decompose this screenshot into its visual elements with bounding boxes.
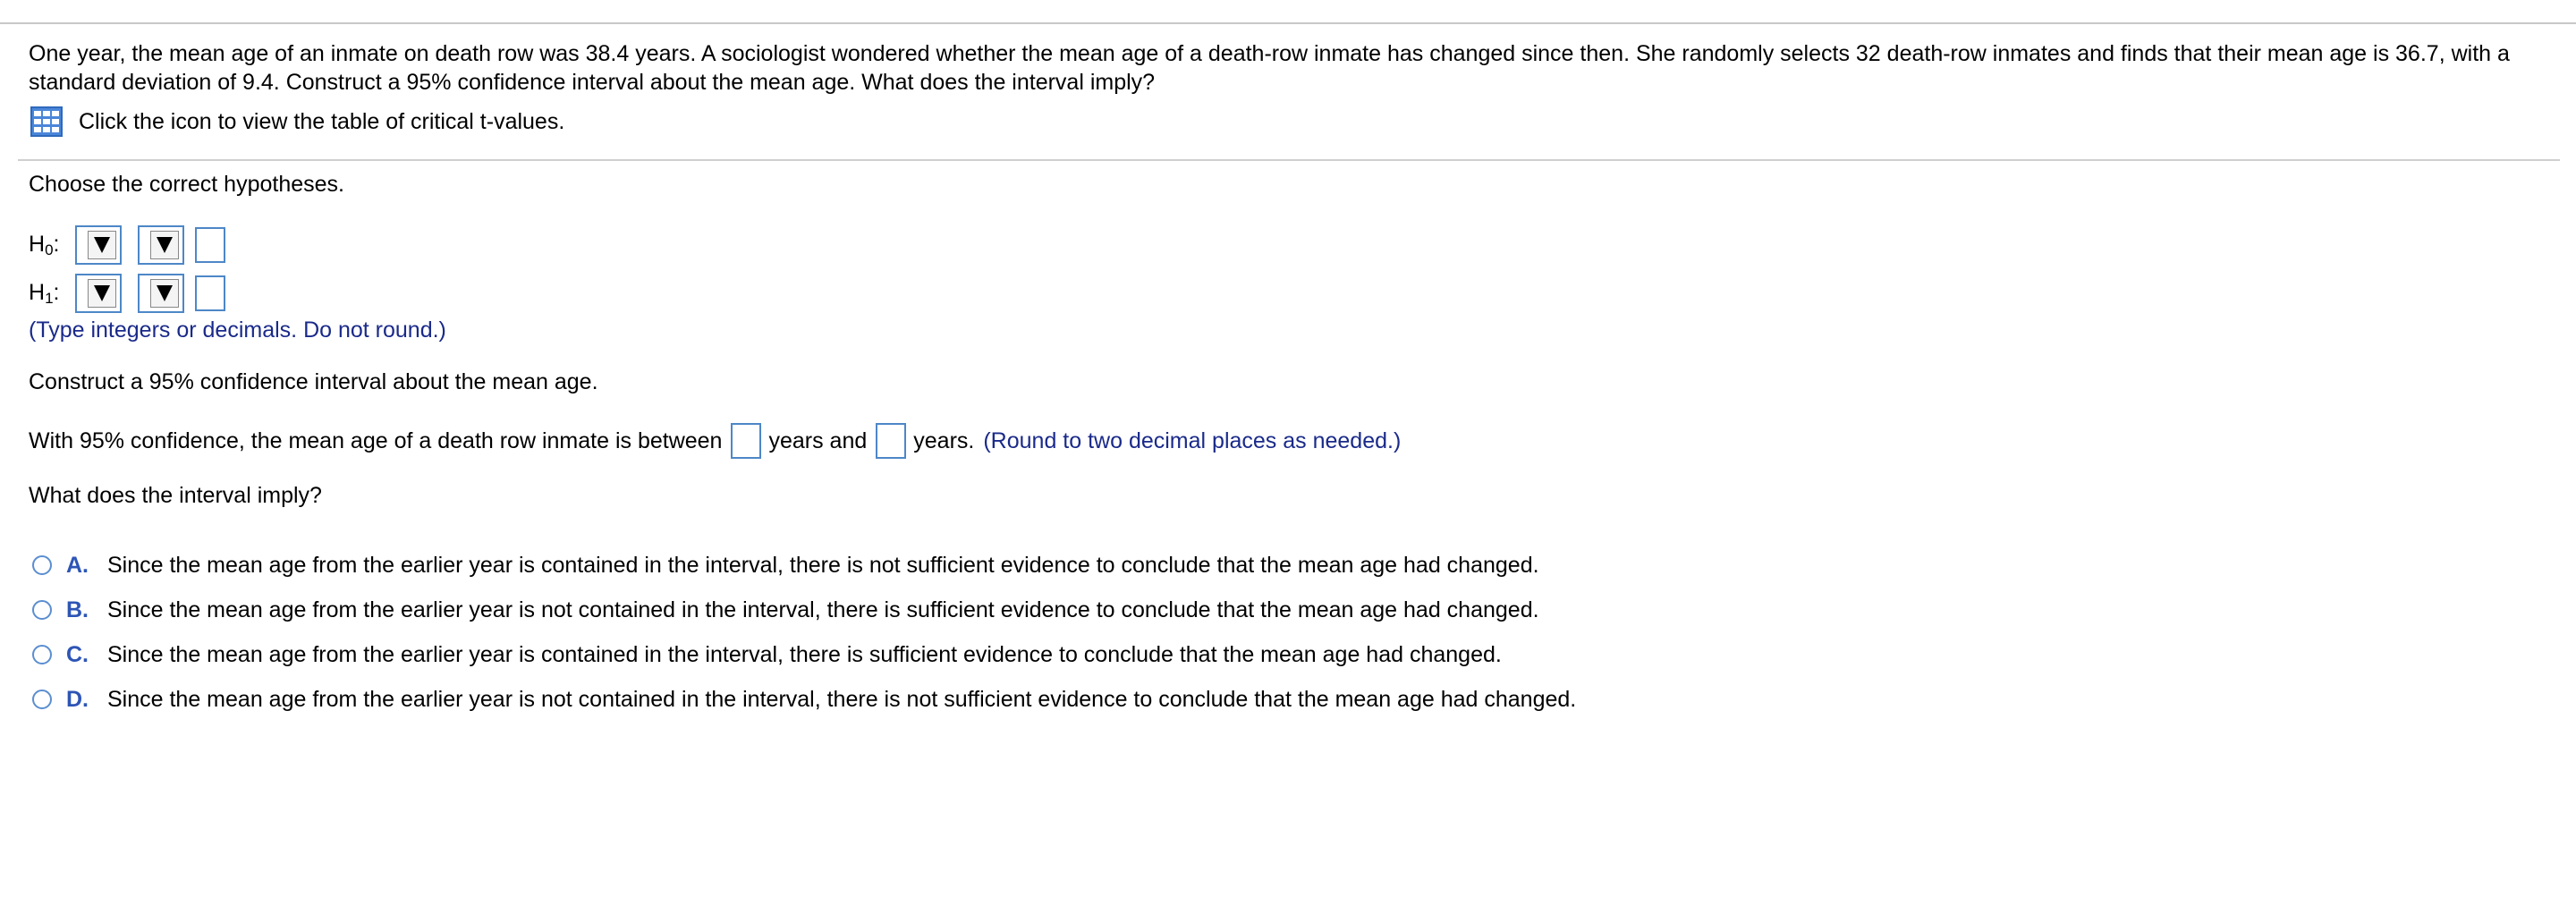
triangle-down-icon (157, 285, 173, 301)
option-a-radio[interactable] (32, 555, 52, 575)
h0-subscript: 0 (45, 241, 54, 258)
triangle-down-icon (94, 237, 110, 253)
option-d-letter: D. (66, 686, 89, 712)
interval-sentence-end: years. (913, 427, 975, 453)
h0-parameter-dropdown-button[interactable] (88, 231, 116, 259)
question-text: One year, the mean age of an inmate on d… (29, 41, 2510, 95)
option-c-radio[interactable] (32, 645, 52, 664)
hypotheses-prompt: Choose the correct hypotheses. (29, 172, 344, 197)
h0-parameter-dropdown[interactable] (75, 225, 122, 265)
h1-label: H1: (29, 280, 75, 308)
hypotheses-hint: (Type integers or decimals. Do not round… (29, 317, 446, 343)
h0-relation-dropdown[interactable] (138, 225, 184, 265)
option-c-text[interactable]: Since the mean age from the earlier year… (107, 642, 1502, 668)
option-b[interactable]: B. Since the mean age from the earlier y… (29, 594, 1539, 626)
table-link-label[interactable]: Click the icon to view the table of crit… (79, 109, 564, 135)
h1-parameter-dropdown[interactable] (75, 274, 122, 313)
table-icon[interactable] (30, 106, 63, 137)
h1-colon: : (53, 279, 60, 305)
section-divider (18, 159, 2560, 161)
interval-prompt: Construct a 95% confidence interval abou… (29, 369, 598, 394)
h0-colon: : (53, 231, 60, 257)
implication-prompt: What does the interval imply? (29, 483, 322, 508)
h1-letter: H (29, 279, 46, 305)
interval-sentence-start: With 95% confidence, the mean age of a d… (29, 427, 723, 453)
h0-relation-dropdown-button[interactable] (150, 231, 179, 259)
option-a-letter: A. (66, 552, 89, 578)
option-c[interactable]: C. Since the mean age from the earlier y… (29, 639, 1502, 671)
h1-subscript: 1 (45, 289, 54, 307)
h1-relation-dropdown-button[interactable] (150, 279, 179, 308)
h1-relation-dropdown[interactable] (138, 274, 184, 313)
h0-label: H0: (29, 232, 75, 259)
option-d[interactable]: D. Since the mean age from the earlier y… (29, 683, 1576, 715)
upper-bound-input[interactable] (876, 423, 907, 459)
option-d-radio[interactable] (32, 690, 52, 709)
lower-bound-input[interactable] (731, 423, 762, 459)
h0-letter: H (29, 231, 46, 257)
h1-value-input[interactable] (195, 275, 225, 311)
option-d-text[interactable]: Since the mean age from the earlier year… (107, 687, 1576, 713)
h0-row: H0: (29, 224, 225, 267)
interval-sentence-mid: years and (768, 427, 868, 453)
triangle-down-icon (157, 237, 173, 253)
interval-hint: (Round to two decimal places as needed.) (983, 427, 1402, 453)
triangle-down-icon (94, 285, 110, 301)
top-rule (0, 22, 2576, 24)
option-b-radio[interactable] (32, 600, 52, 620)
option-a-text[interactable]: Since the mean age from the earlier year… (107, 553, 1539, 579)
option-b-letter: B. (66, 597, 89, 622)
option-b-text[interactable]: Since the mean age from the earlier year… (107, 597, 1539, 623)
option-c-letter: C. (66, 641, 89, 667)
option-a[interactable]: A. Since the mean age from the earlier y… (29, 549, 1539, 581)
h1-parameter-dropdown-button[interactable] (88, 279, 116, 308)
h0-value-input[interactable] (195, 227, 225, 263)
interval-sentence: With 95% confidence, the mean age of a d… (29, 421, 1401, 461)
table-link-row[interactable]: Click the icon to view the table of crit… (30, 106, 564, 138)
h1-row: H1: (29, 272, 225, 315)
